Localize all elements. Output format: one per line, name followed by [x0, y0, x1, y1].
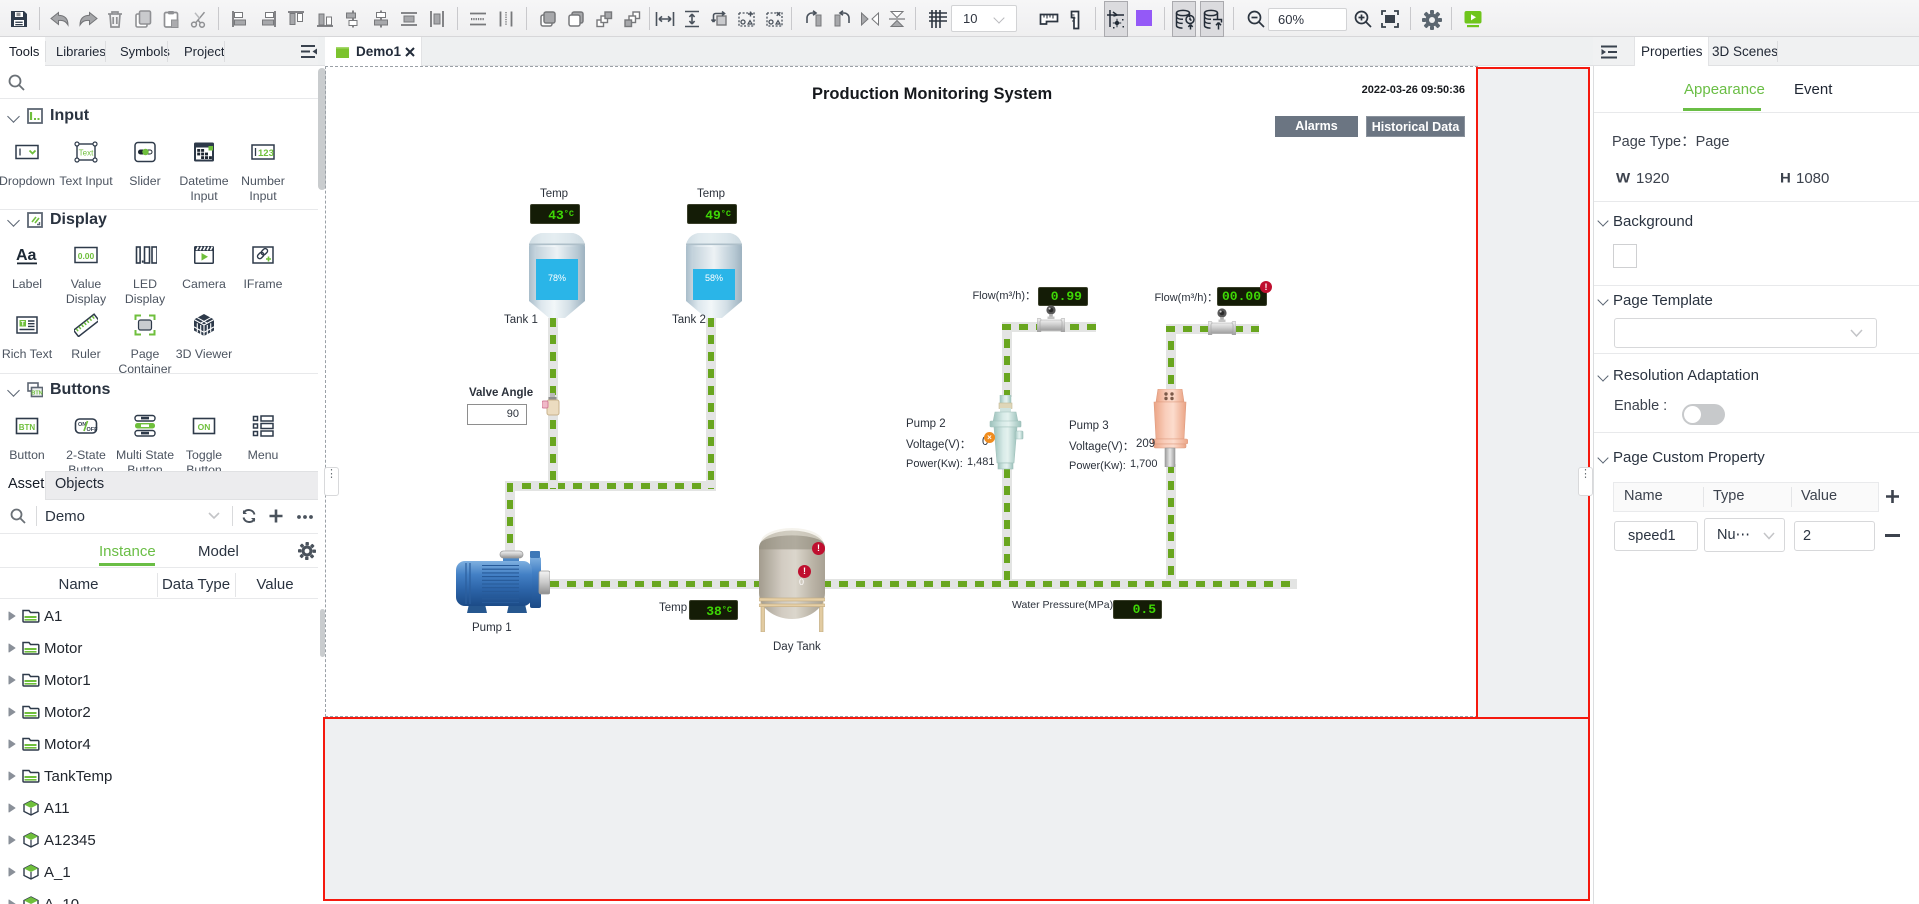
svg-text:OFF: OFF	[87, 427, 99, 433]
svg-text:Aa: Aa	[16, 247, 37, 264]
svg-text:ON: ON	[198, 422, 211, 432]
svg-text:58%: 58%	[705, 273, 723, 283]
svg-text:BTN: BTN	[19, 423, 36, 432]
svg-text:BTN: BTN	[31, 391, 42, 397]
svg-text:T: T	[21, 321, 25, 328]
svg-text:0.00: 0.00	[78, 251, 95, 261]
svg-text:123: 123	[258, 148, 274, 159]
svg-text:Text: Text	[79, 149, 94, 158]
svg-text:78%: 78%	[548, 273, 566, 283]
